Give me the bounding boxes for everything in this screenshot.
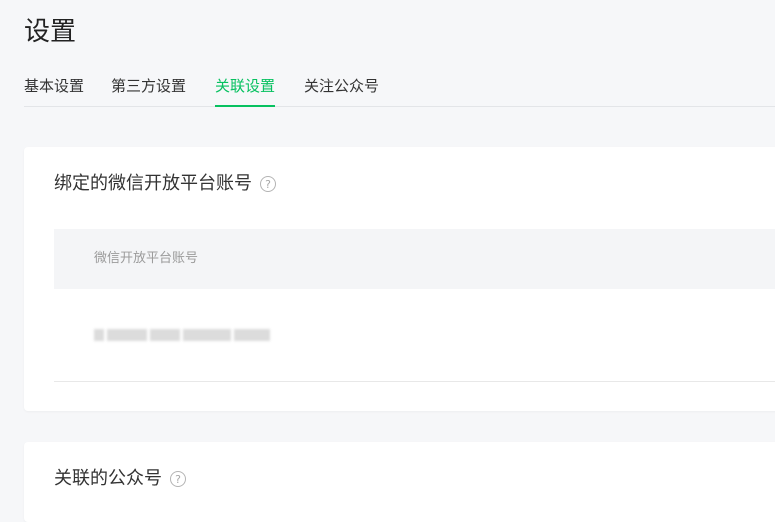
section-title-text: 关联的公众号 [54, 468, 162, 489]
table-row [54, 289, 775, 382]
page-title: 设置 [24, 17, 77, 47]
table-header: 微信开放平台账号 [54, 229, 775, 289]
tab-third-party-settings[interactable]: 第三方设置 [111, 70, 186, 106]
column-header-open-platform-account: 微信开放平台账号 [94, 251, 199, 266]
tab-basic-settings[interactable]: 基本设置 [24, 70, 84, 106]
linked-official-account-card: 关联的公众号 ? [24, 442, 775, 522]
bound-open-platform-card: 绑定的微信开放平台账号 ? 微信开放平台账号 [24, 147, 775, 411]
section-title: 关联的公众号 ? [54, 466, 186, 492]
tab-follow-official-account[interactable]: 关注公众号 [304, 70, 379, 106]
redacted-account-value [94, 324, 276, 346]
tab-association-settings[interactable]: 关联设置 [215, 70, 276, 107]
section-title: 绑定的微信开放平台账号 ? [54, 171, 276, 197]
question-circle-icon[interactable]: ? [260, 176, 276, 192]
settings-tabs: 基本设置 第三方设置 关联设置 关注公众号 [24, 70, 775, 107]
section-title-text: 绑定的微信开放平台账号 [54, 173, 252, 194]
question-circle-icon[interactable]: ? [170, 471, 186, 487]
